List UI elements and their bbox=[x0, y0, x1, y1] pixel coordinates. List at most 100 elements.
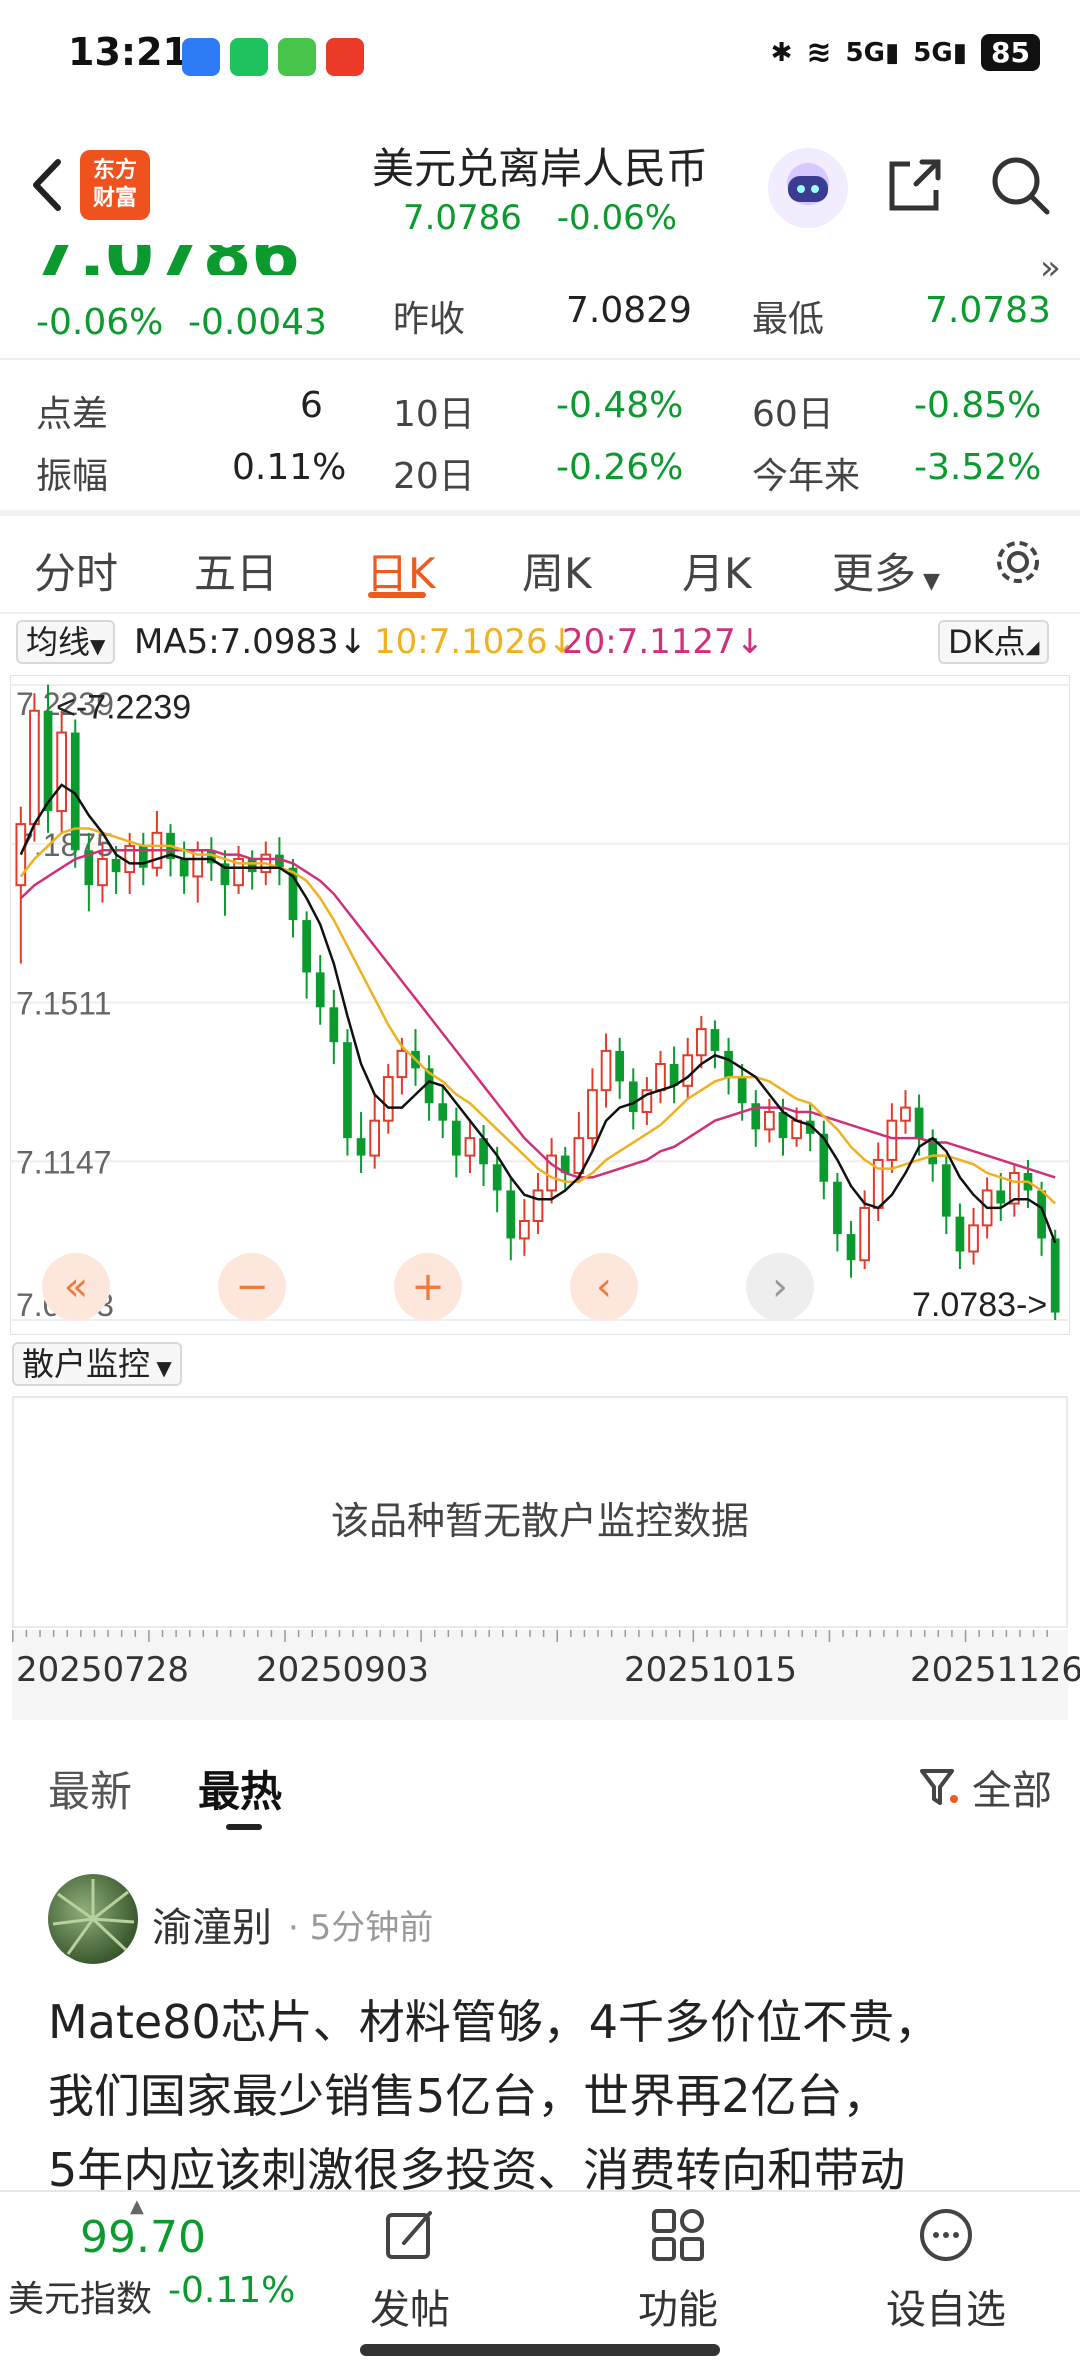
nav-watchlist-label: 设自选 bbox=[886, 2287, 1006, 2333]
chart-frame bbox=[10, 675, 1070, 1335]
ytd-value: -3.52% bbox=[914, 447, 1042, 488]
retail-monitor-label: 散户监控 bbox=[22, 1345, 151, 1383]
low-value: 7.0783 bbox=[925, 290, 1051, 331]
filter-icon bbox=[920, 1769, 958, 1805]
status-indicators: ✱ ≋ 5G▮ 5G▮ 85 bbox=[771, 34, 1040, 71]
expand-details-icon[interactable]: » bbox=[1040, 248, 1061, 288]
date-label-2: 20250903 bbox=[256, 1650, 430, 1690]
post-author[interactable]: 渝潼别 bbox=[152, 1895, 272, 1953]
candle-body bbox=[464, 1137, 476, 1157]
post-time: · 5分钟前 bbox=[288, 1908, 434, 1948]
candle-body bbox=[56, 731, 67, 813]
kline-chart-svg: 7.22397.18757.15117.11477.0783<-7.22397.… bbox=[10, 675, 1070, 1335]
candle-body bbox=[329, 1007, 339, 1043]
candle-body bbox=[710, 1029, 720, 1051]
candle-body bbox=[532, 1189, 544, 1222]
more-dots-icon bbox=[866, 2205, 1026, 2265]
avatar[interactable] bbox=[48, 1874, 138, 1964]
zoom-out-button[interactable]: − bbox=[218, 1253, 286, 1321]
settings-gear-icon[interactable] bbox=[990, 534, 1046, 594]
ma20-value: 20:7.1127↓ bbox=[562, 622, 765, 662]
candle-body bbox=[791, 1119, 802, 1140]
post-body[interactable]: Mate80芯片、材料管够，4千多价位不贵， 我们国家最少销售5亿台，世界再2亿… bbox=[48, 1985, 1048, 2207]
spread-value: 6 bbox=[300, 385, 323, 426]
date-label-3: 20251015 bbox=[624, 1650, 798, 1690]
candle-body bbox=[492, 1164, 502, 1191]
divider bbox=[0, 358, 1080, 360]
app-notification-icon bbox=[182, 38, 220, 76]
status-bar: 13:21 ✱ ≋ 5G▮ 5G▮ 85 bbox=[0, 0, 1080, 110]
active-tab-indicator bbox=[368, 592, 426, 598]
share-icon[interactable] bbox=[880, 150, 950, 220]
amplitude-label: 振幅 bbox=[36, 456, 109, 497]
ma-selector-label: 均线 bbox=[26, 623, 91, 661]
retail-monitor-empty-text: 该品种暂无散户监控数据 bbox=[330, 1499, 749, 1543]
tab-weekly-k[interactable]: 周K bbox=[522, 540, 592, 601]
dollar-index-value[interactable]: 99.70 bbox=[80, 2212, 206, 2263]
retail-monitor-selector[interactable]: 散户监控 ▼ bbox=[12, 1342, 182, 1386]
candle-body bbox=[655, 1062, 666, 1092]
ytd-label: 今年来 bbox=[752, 456, 861, 497]
d60-value: -0.85% bbox=[914, 385, 1042, 426]
low-label: 最低 bbox=[752, 299, 825, 340]
date-label-4: 20251126 bbox=[910, 1650, 1080, 1690]
tab-five-day[interactable]: 五日 bbox=[194, 540, 278, 601]
edit-icon bbox=[330, 2205, 490, 2265]
fast-rewind-button[interactable]: « bbox=[42, 1253, 110, 1321]
tab-more[interactable]: 更多 ▼ bbox=[832, 540, 940, 601]
tab-intraday[interactable]: 分时 bbox=[34, 540, 118, 601]
corner-arrow-icon: ◢ bbox=[1025, 637, 1040, 658]
search-icon[interactable] bbox=[985, 150, 1055, 220]
nav-post[interactable]: 发帖 bbox=[330, 2205, 490, 2335]
prev-close-value: 7.0829 bbox=[566, 290, 692, 331]
zoom-in-button[interactable]: + bbox=[394, 1253, 462, 1321]
candle-body bbox=[996, 1190, 1006, 1204]
candle-body bbox=[737, 1077, 747, 1104]
candle-body bbox=[29, 709, 40, 826]
date-axis-ticks bbox=[12, 1630, 1048, 1642]
candle-body bbox=[438, 1103, 448, 1121]
nav-functions-label: 功能 bbox=[638, 2287, 718, 2333]
candle-body bbox=[900, 1106, 911, 1122]
scroll-right-button[interactable]: › bbox=[746, 1253, 814, 1321]
scroll-left-button[interactable]: ‹ bbox=[570, 1253, 638, 1321]
candle-body bbox=[682, 1054, 694, 1087]
spread-label: 点差 bbox=[36, 394, 109, 435]
feed-tab-indicator bbox=[226, 1824, 262, 1830]
candle-body bbox=[111, 859, 121, 873]
candle-body bbox=[846, 1234, 856, 1261]
header-change-pct: -0.06% bbox=[556, 198, 678, 238]
divider bbox=[0, 612, 1080, 614]
candle-body bbox=[97, 858, 108, 887]
candle-body bbox=[179, 859, 189, 877]
candle-body bbox=[573, 1137, 585, 1175]
candle-body bbox=[764, 1110, 775, 1131]
candle-body bbox=[343, 1042, 352, 1139]
signal-1: 5G▮ bbox=[845, 37, 900, 68]
apps-grid-icon bbox=[598, 2205, 758, 2265]
dk-point-button[interactable]: DK点◢ bbox=[938, 620, 1050, 664]
nav-functions[interactable]: 功能 bbox=[598, 2205, 758, 2335]
nav-watchlist[interactable]: 设自选 bbox=[866, 2205, 1026, 2335]
candle-body bbox=[43, 710, 53, 812]
tab-hot[interactable]: 最热 bbox=[198, 1758, 282, 1819]
candle-body bbox=[859, 1206, 871, 1262]
ma10-line bbox=[19, 827, 1057, 1205]
tab-monthly-k[interactable]: 月K bbox=[682, 540, 752, 601]
header-price: 7.0786 bbox=[402, 198, 522, 238]
ma10-value: 10:7.1026↓ bbox=[374, 622, 577, 662]
ai-assistant-icon[interactable] bbox=[768, 148, 848, 228]
prev-close-label: 昨收 bbox=[393, 299, 466, 340]
home-indicator[interactable] bbox=[360, 2344, 720, 2356]
ma-selector[interactable]: 均线▼ bbox=[16, 620, 116, 664]
candle-body bbox=[396, 1049, 408, 1079]
battery-indicator: 85 bbox=[981, 34, 1040, 71]
tab-latest[interactable]: 最新 bbox=[48, 1758, 132, 1819]
nav-post-label: 发帖 bbox=[370, 2287, 450, 2333]
kline-chart[interactable]: 7.22397.18757.15117.11477.0783<-7.22397.… bbox=[10, 675, 1070, 1335]
feed-filter-button[interactable]: 全部 bbox=[918, 1758, 1052, 1816]
candle-body bbox=[695, 1028, 707, 1057]
signal-2: 5G▮ bbox=[913, 37, 968, 68]
tab-more-label: 更多 bbox=[832, 549, 917, 598]
change-value: -0.0043 bbox=[188, 302, 327, 343]
